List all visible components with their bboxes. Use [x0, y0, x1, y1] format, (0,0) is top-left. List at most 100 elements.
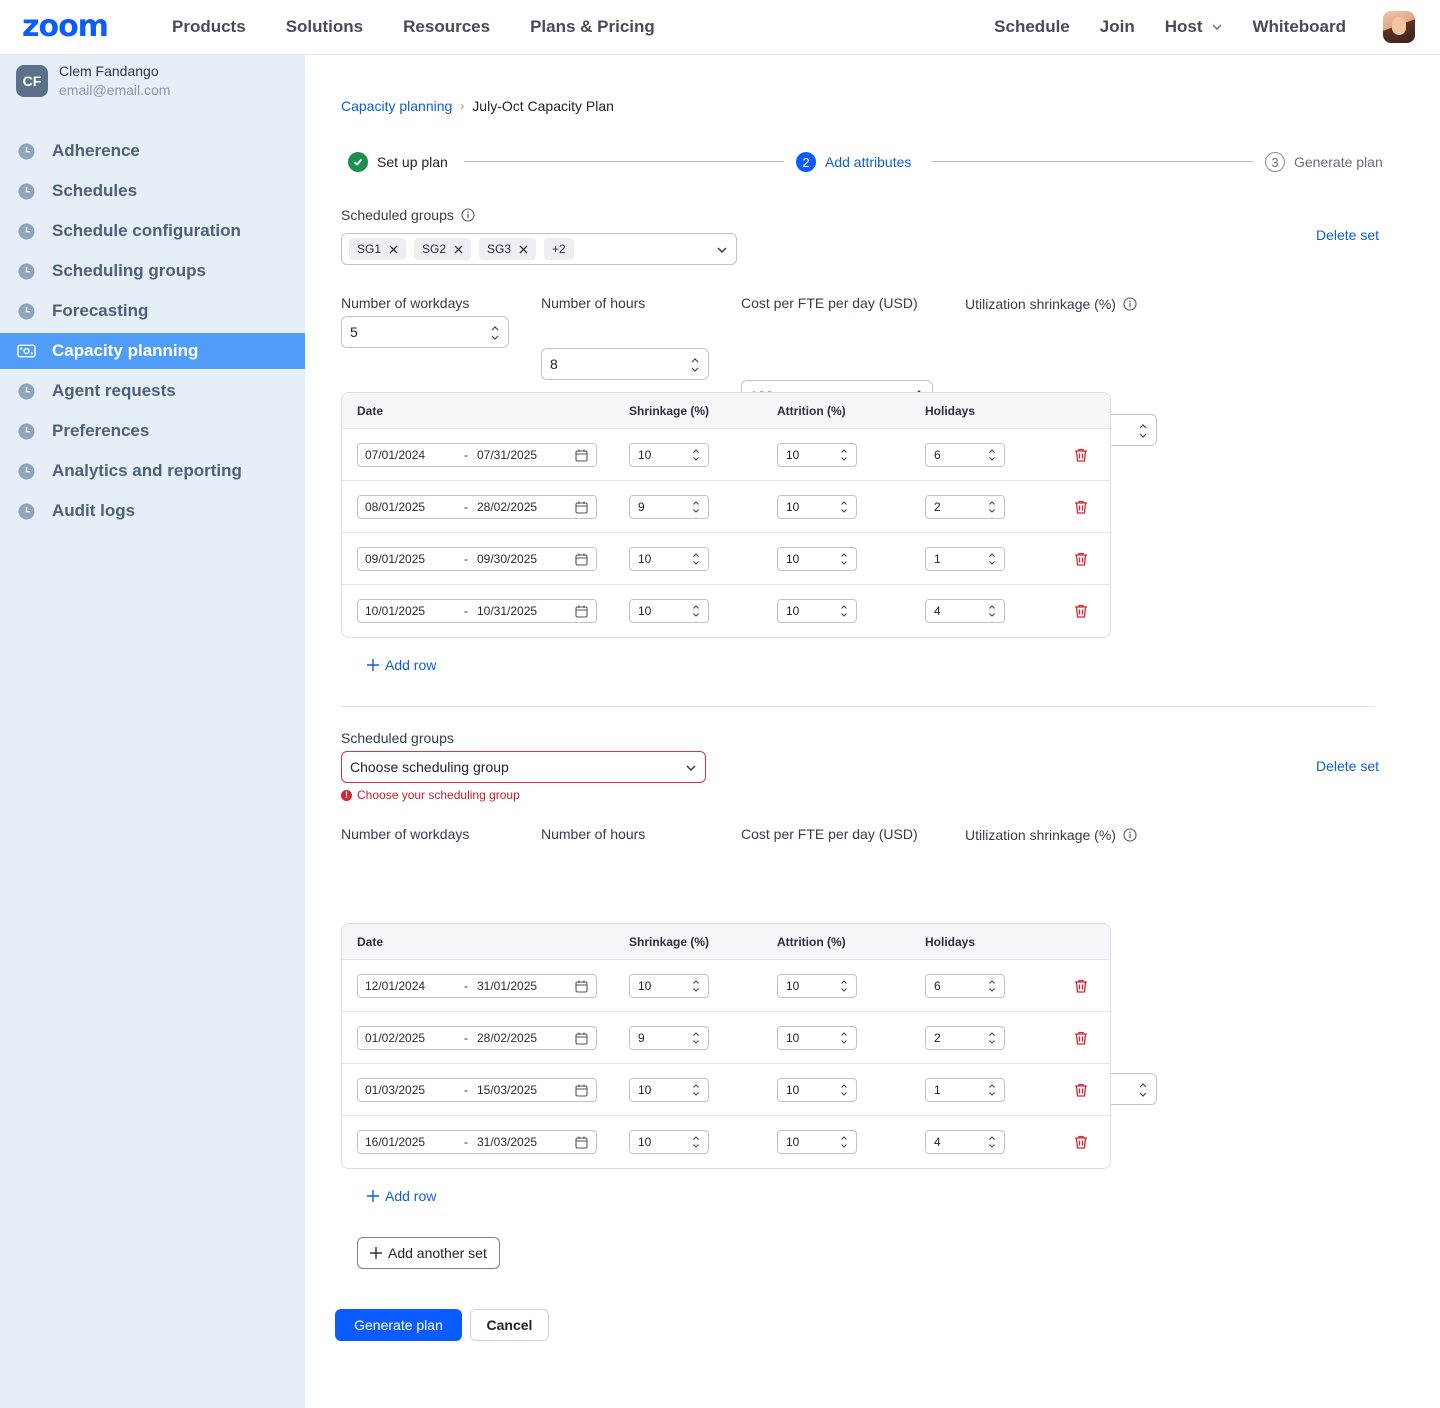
holidays-input[interactable]: 2 [925, 1026, 1005, 1050]
step-generate-plan[interactable]: 3 Generate plan [1265, 150, 1383, 174]
shrinkage-input[interactable]: 9 [629, 1026, 709, 1050]
nav-resources[interactable]: Resources [403, 17, 490, 37]
sidebar-item-preferences[interactable]: Preferences [0, 413, 305, 449]
date-range-picker[interactable]: 12/01/2024 -31/01/2025 [357, 974, 597, 998]
attrition-input[interactable]: 10 [777, 974, 857, 998]
zoom-logo[interactable]: zoom [22, 12, 109, 42]
shrinkage-input[interactable]: 10 [629, 1130, 709, 1154]
stepper-icon[interactable] [840, 447, 848, 463]
stepper-icon[interactable] [690, 356, 700, 374]
step-set-up-plan[interactable]: Set up plan [348, 150, 448, 174]
trash-icon[interactable] [1073, 603, 1089, 619]
shrinkage-input[interactable]: 10 [629, 974, 709, 998]
step-add-attributes[interactable]: 2 Add attributes [796, 150, 911, 174]
date-range-picker[interactable]: 01/03/2025 -15/03/2025 [357, 1078, 597, 1102]
sidebar-item-audit-logs[interactable]: Audit logs [0, 493, 305, 529]
add-row-button[interactable]: Add row [367, 1188, 436, 1204]
nav-join[interactable]: Join [1100, 17, 1135, 37]
stepper-icon[interactable] [988, 978, 996, 994]
sidebar-item-forecasting[interactable]: Forecasting [0, 293, 305, 329]
calendar-icon[interactable] [575, 980, 588, 993]
trash-icon[interactable] [1073, 978, 1089, 994]
info-icon[interactable] [1123, 828, 1137, 842]
stepper-icon[interactable] [692, 499, 700, 515]
stepper-icon[interactable] [692, 1134, 700, 1150]
holidays-input[interactable]: 4 [925, 599, 1005, 623]
nav-plans-pricing[interactable]: Plans & Pricing [530, 17, 655, 37]
shrinkage-input[interactable]: 10 [629, 547, 709, 571]
trash-icon[interactable] [1073, 1134, 1089, 1150]
sidebar-item-agent-requests[interactable]: Agent requests [0, 373, 305, 409]
stepper-icon[interactable] [988, 1030, 996, 1046]
stepper-icon[interactable] [1138, 422, 1148, 440]
stepper-icon[interactable] [840, 1134, 848, 1150]
stepper-icon[interactable] [692, 603, 700, 619]
stepper-icon[interactable] [988, 1134, 996, 1150]
close-icon[interactable] [454, 245, 463, 254]
holidays-input[interactable]: 6 [925, 974, 1005, 998]
attrition-input[interactable]: 10 [777, 1026, 857, 1050]
date-range-picker[interactable]: 09/01/2025 -09/30/2025 [357, 547, 597, 571]
shrinkage-input[interactable]: 10 [629, 443, 709, 467]
calendar-icon[interactable] [575, 1136, 588, 1149]
sidebar-item-analytics-and-reporting[interactable]: Analytics and reporting [0, 453, 305, 489]
date-range-picker[interactable]: 08/01/2025 -28/02/2025 [357, 495, 597, 519]
add-another-set-button[interactable]: Add another set [357, 1237, 500, 1269]
holidays-input[interactable]: 1 [925, 547, 1005, 571]
breadcrumb-parent-link[interactable]: Capacity planning [341, 98, 452, 114]
stepper-icon[interactable] [840, 978, 848, 994]
stepper-icon[interactable] [988, 1082, 996, 1098]
shrinkage-input[interactable]: 9 [629, 495, 709, 519]
sidebar-item-schedules[interactable]: Schedules [0, 173, 305, 209]
trash-icon[interactable] [1073, 499, 1089, 515]
shrinkage-input[interactable]: 10 [629, 1078, 709, 1102]
attrition-input[interactable]: 10 [777, 443, 857, 467]
stepper-icon[interactable] [692, 447, 700, 463]
scheduled-groups-multiselect[interactable]: SG1 SG2 SG3 +2 [341, 233, 737, 265]
stepper-icon[interactable] [692, 551, 700, 567]
calendar-icon[interactable] [575, 501, 588, 514]
date-range-picker[interactable]: 07/01/2024 -07/31/2025 [357, 443, 597, 467]
calendar-icon[interactable] [575, 1084, 588, 1097]
stepper-icon[interactable] [692, 1082, 700, 1098]
date-range-picker[interactable]: 01/02/2025 -28/02/2025 [357, 1026, 597, 1050]
attrition-input[interactable]: 10 [777, 599, 857, 623]
close-icon[interactable] [389, 245, 398, 254]
nav-whiteboard[interactable]: Whiteboard [1253, 17, 1347, 37]
delete-set-button[interactable]: Delete set [1316, 227, 1379, 243]
cancel-button[interactable]: Cancel [470, 1309, 549, 1341]
chevron-down-icon[interactable] [685, 762, 697, 774]
attrition-input[interactable]: 10 [777, 547, 857, 571]
stepper-icon[interactable] [840, 1030, 848, 1046]
holidays-input[interactable]: 4 [925, 1130, 1005, 1154]
stepper-icon[interactable] [840, 551, 848, 567]
info-icon[interactable] [1123, 297, 1137, 311]
delete-set-button[interactable]: Delete set [1316, 758, 1379, 774]
attrition-input[interactable]: 10 [777, 1130, 857, 1154]
sidebar-item-capacity-planning[interactable]: Capacity planning [0, 333, 305, 369]
shrinkage-input[interactable]: 10 [629, 599, 709, 623]
trash-icon[interactable] [1073, 551, 1089, 567]
stepper-icon[interactable] [840, 1082, 848, 1098]
calendar-icon[interactable] [575, 449, 588, 462]
nav-products[interactable]: Products [172, 17, 246, 37]
sidebar-item-adherence[interactable]: Adherence [0, 133, 305, 169]
stepper-icon[interactable] [988, 447, 996, 463]
holidays-input[interactable]: 1 [925, 1078, 1005, 1102]
sidebar-item-schedule-configuration[interactable]: Schedule configuration [0, 213, 305, 249]
close-icon[interactable] [519, 245, 528, 254]
calendar-icon[interactable] [575, 1032, 588, 1045]
scheduling-group-select[interactable]: Choose scheduling group [341, 751, 706, 783]
generate-plan-button[interactable]: Generate plan [335, 1309, 462, 1341]
stepper-icon[interactable] [840, 499, 848, 515]
stepper-icon[interactable] [1138, 1081, 1148, 1099]
trash-icon[interactable] [1073, 1030, 1089, 1046]
profile-avatar[interactable] [1383, 11, 1415, 43]
nav-solutions[interactable]: Solutions [286, 17, 363, 37]
holidays-input[interactable]: 2 [925, 495, 1005, 519]
sidebar-item-scheduling-groups[interactable]: Scheduling groups [0, 253, 305, 289]
chevron-down-icon[interactable] [716, 244, 728, 256]
info-icon[interactable] [461, 208, 475, 222]
attrition-input[interactable]: 10 [777, 495, 857, 519]
stepper-icon[interactable] [692, 978, 700, 994]
